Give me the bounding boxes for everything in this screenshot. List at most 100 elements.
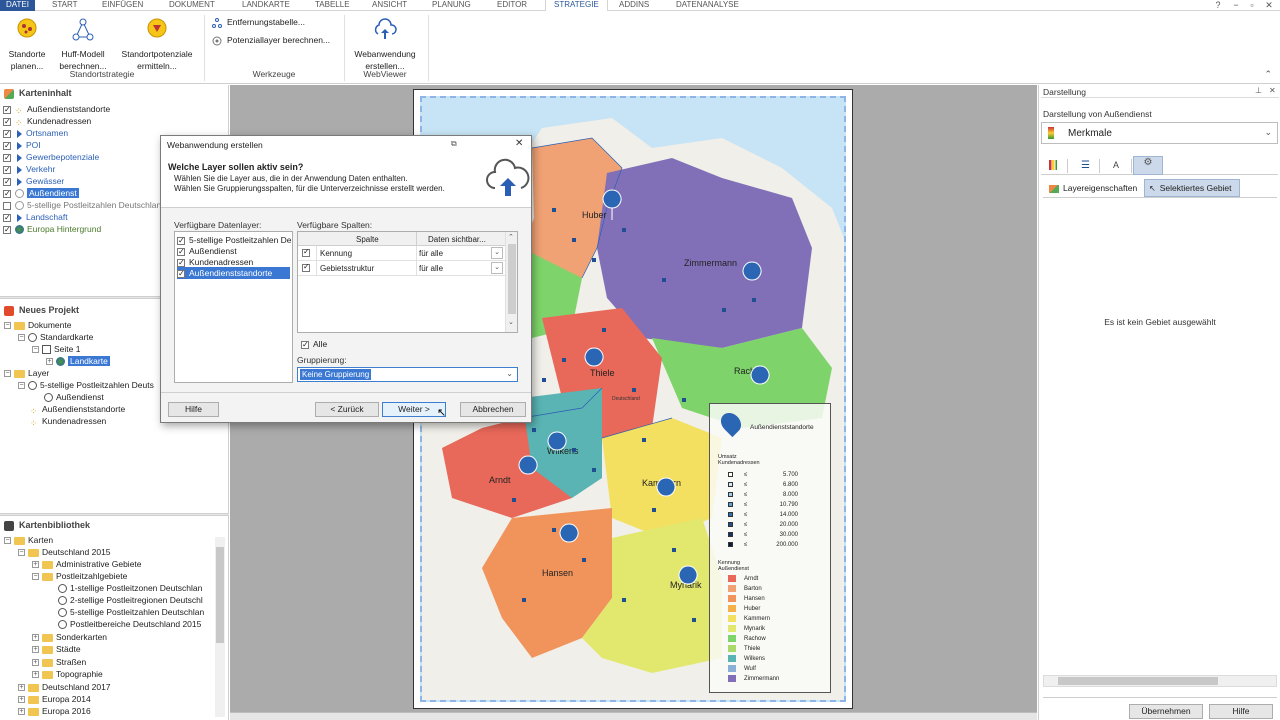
chevron-down-icon[interactable]: ⌄ xyxy=(491,247,503,259)
lib-item-admin-gebiete[interactable]: + Administrative Gebiete xyxy=(32,558,142,570)
tab-tabelle[interactable]: TABELLE xyxy=(309,0,356,11)
standortpotenziale-button[interactable]: Standortpotenziale ermitteln... xyxy=(116,13,198,72)
uebernehmen-button[interactable]: Übernehmen xyxy=(1129,704,1203,719)
grid-cell-visibility[interactable]: für alle xyxy=(419,264,443,273)
back-button[interactable]: < Zurück xyxy=(315,402,379,417)
expand-icon[interactable]: + xyxy=(18,696,25,704)
expand-icon[interactable]: + xyxy=(32,671,39,679)
expand-icon[interactable]: + xyxy=(18,708,25,716)
layer-item-gewaesser[interactable]: Gewässer xyxy=(3,175,64,188)
expand-icon[interactable]: + xyxy=(32,561,39,569)
collapse-icon[interactable]: − xyxy=(4,322,11,330)
color-scale-icon[interactable] xyxy=(1049,160,1057,170)
lib-item-europa-2014[interactable]: + Europa 2014 xyxy=(18,693,91,705)
library-scrollbar[interactable] xyxy=(215,537,225,717)
lib-item-karten[interactable]: − Karten xyxy=(4,534,53,546)
layer-item-aussendienst[interactable]: Außendienst xyxy=(3,187,79,200)
dialog-close-icon[interactable]: ✕ xyxy=(515,138,523,149)
tab-ansicht[interactable]: ANSICHT xyxy=(366,0,413,11)
expand-icon[interactable]: + xyxy=(46,358,53,366)
tree-item-kundenadressen[interactable]: ⁘ Kundenadressen xyxy=(30,415,106,428)
expand-arrow-icon[interactable] xyxy=(17,177,22,186)
collapse-icon[interactable]: − xyxy=(32,346,39,354)
layer-checkbox[interactable] xyxy=(3,224,11,236)
lib-item-plz-gebiete[interactable]: − Postleitzahlgebiete xyxy=(32,570,127,582)
tab-dokument[interactable]: DOKUMENT xyxy=(163,0,221,11)
tree-item-layer[interactable]: − Layer xyxy=(4,367,49,379)
layer-checkbox[interactable] xyxy=(3,116,11,128)
pane-splitter[interactable] xyxy=(0,513,229,516)
expand-icon[interactable]: + xyxy=(18,684,25,692)
layers-listbox[interactable]: 5-stellige Postleitzahlen De Außendienst… xyxy=(174,231,293,383)
expand-arrow-icon[interactable] xyxy=(17,213,22,222)
layer-item-kundenadressen[interactable]: ⁘ Kundenadressen xyxy=(3,115,91,128)
lib-item-postleitbereiche[interactable]: Postleitbereiche Deutschland 2015 xyxy=(58,618,201,630)
grid-scrollbar[interactable]: ⌃ ⌄ xyxy=(505,232,517,332)
collapse-icon[interactable]: − xyxy=(18,334,25,342)
expand-icon[interactable]: + xyxy=(32,659,39,667)
alle-checkbox-box[interactable] xyxy=(301,339,309,351)
layer-option-checkbox[interactable] xyxy=(177,268,185,280)
tree-item-plz5[interactable]: − 5-stellige Postleitzahlen Deuts xyxy=(18,379,154,391)
tab-strategie[interactable]: STRATEGIE xyxy=(545,0,608,11)
layer-item-plz5[interactable]: 5-stellige Postleitzahlen Deutschland xyxy=(3,199,166,211)
layer-item-aussendienststandorte[interactable]: ⁘ Außendienststandorte xyxy=(3,103,110,116)
collapse-icon[interactable]: − xyxy=(18,549,25,557)
grid-row-checkbox[interactable] xyxy=(302,247,310,257)
collapse-icon[interactable]: − xyxy=(4,370,11,378)
layer-item-gewerbepotenziale[interactable]: Gewerbepotenziale xyxy=(3,151,99,164)
alle-checkbox[interactable]: Alle xyxy=(301,338,327,351)
layer-item-ortsnamen[interactable]: Ortsnamen xyxy=(3,127,68,140)
tab-landkarte[interactable]: LANDKARTE xyxy=(236,0,296,11)
grouping-select[interactable]: Keine Gruppierung ⌄ xyxy=(297,367,518,382)
layer-checkbox[interactable] xyxy=(3,212,11,224)
selektiertes-gebiet-tab[interactable]: ↖ Selektiertes Gebiet xyxy=(1144,179,1240,197)
columns-grid[interactable]: Spalte Daten sichtbar... Kennung für all… xyxy=(297,231,518,333)
lib-item-sonderkarten[interactable]: + Sonderkarten xyxy=(32,631,107,643)
layer-option-selected[interactable]: Außendienststandorte xyxy=(177,267,290,280)
layer-option-checkbox[interactable] xyxy=(177,257,185,269)
scrollbar-thumb[interactable] xyxy=(508,244,516,314)
tree-item-aussendienststandorte[interactable]: ⁘ Außendienststandorte xyxy=(30,403,125,416)
tab-start[interactable]: START xyxy=(46,0,83,11)
layer-checkbox[interactable] xyxy=(3,164,11,176)
layer-checkbox[interactable] xyxy=(3,104,11,116)
tree-item-aussendienst[interactable]: Außendienst xyxy=(44,391,104,403)
tree-item-seite1[interactable]: − Seite 1 xyxy=(32,343,80,355)
grid-row[interactable]: Gebietsstruktur für alle ⌄ xyxy=(298,261,505,276)
table-icon[interactable]: ☰ xyxy=(1081,160,1090,171)
ribbon-collapse-icon[interactable]: ⌃ xyxy=(1264,69,1272,80)
dialog-help-button[interactable]: Hilfe xyxy=(168,402,219,417)
layer-item-europa[interactable]: Europa Hintergrund xyxy=(3,223,101,236)
chevron-down-icon[interactable]: ⌄ xyxy=(491,262,503,274)
lib-item-plz2[interactable]: 2-stellige Postleitregionen Deutschl xyxy=(58,594,203,606)
scroll-up-icon[interactable]: ⌃ xyxy=(508,233,514,241)
grid-row[interactable]: Kennung für alle ⌄ xyxy=(298,246,505,261)
tree-item-landkarte[interactable]: + Landkarte xyxy=(46,355,110,367)
layer-item-poi[interactable]: POI xyxy=(3,139,41,152)
layereigenschaften-tab[interactable]: Layereigenschaften xyxy=(1049,183,1137,193)
layer-item-verkehr[interactable]: Verkehr xyxy=(3,163,55,176)
layer-checkbox[interactable] xyxy=(3,188,11,200)
text-label-icon[interactable]: A xyxy=(1113,160,1119,170)
scrollbar-thumb[interactable] xyxy=(216,547,224,643)
layer-checkbox[interactable] xyxy=(3,128,11,140)
grid-row-checkbox[interactable] xyxy=(302,262,310,272)
lib-item-staedte[interactable]: + Städte xyxy=(32,643,81,655)
pin-icon[interactable]: ⊥ xyxy=(1255,86,1262,95)
expand-icon[interactable]: + xyxy=(32,634,39,642)
layer-item-landschaft[interactable]: Landschaft xyxy=(3,211,68,224)
layer-option-checkbox[interactable] xyxy=(177,246,185,258)
expand-arrow-icon[interactable] xyxy=(17,165,22,174)
tab-planung[interactable]: PLANUNG xyxy=(426,0,477,11)
tab-einfuegen[interactable]: EINFÜGEN xyxy=(96,0,149,11)
tree-item-dokumente[interactable]: − Dokumente xyxy=(4,319,71,331)
tree-item-standardkarte[interactable]: − Standardkarte xyxy=(18,331,93,343)
collapse-icon[interactable]: − xyxy=(32,573,39,581)
layer-checkbox[interactable] xyxy=(3,152,11,164)
help-icon[interactable]: ? xyxy=(1212,0,1224,10)
scroll-down-icon[interactable]: ⌄ xyxy=(508,318,514,326)
layer-checkbox[interactable] xyxy=(3,140,11,152)
standorte-planen-button[interactable]: Standorte planen... xyxy=(4,13,50,72)
dialog-titlebar[interactable]: Webanwendung erstellen ⧉ ✕ xyxy=(161,136,531,154)
